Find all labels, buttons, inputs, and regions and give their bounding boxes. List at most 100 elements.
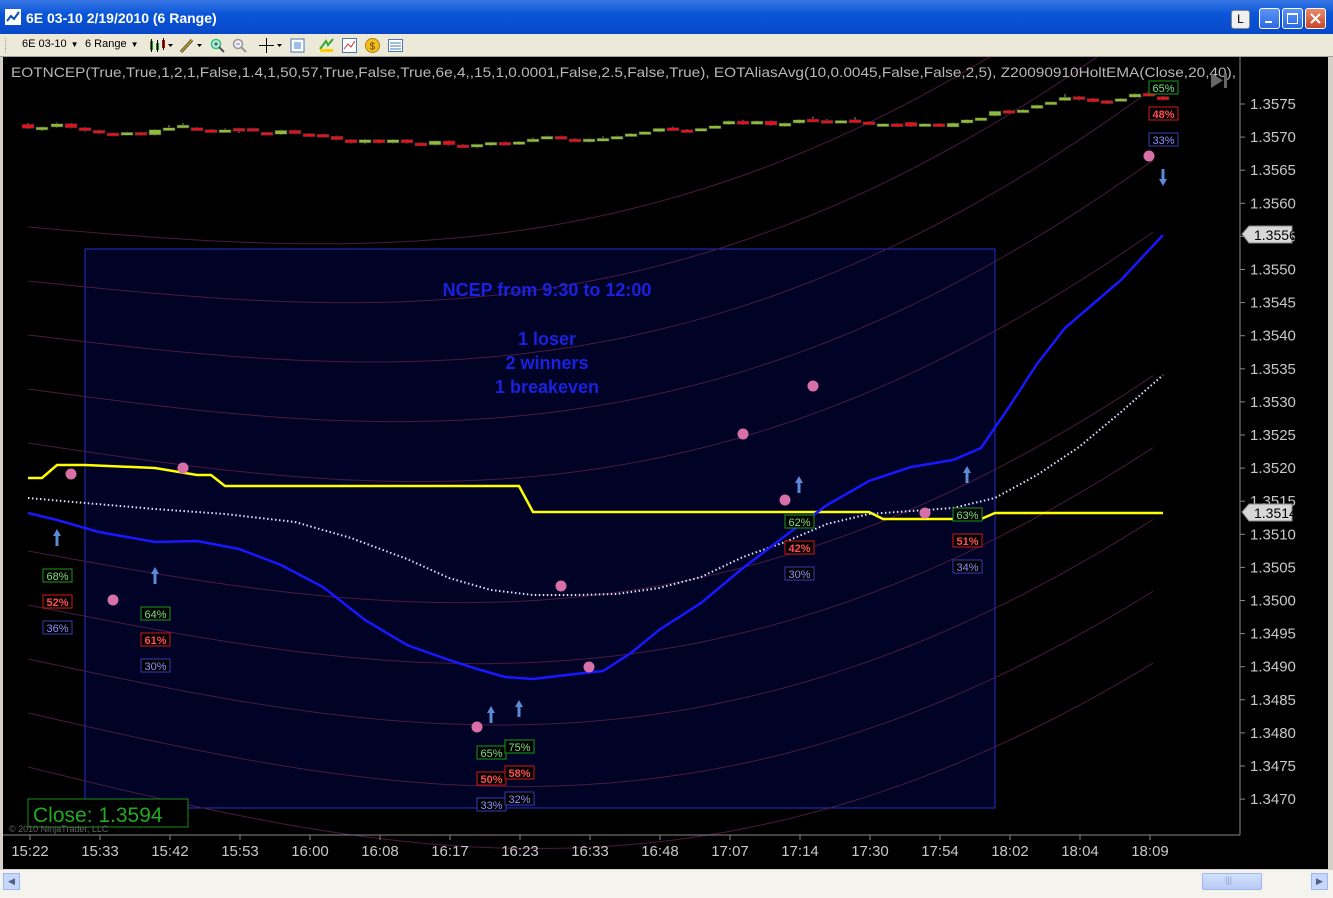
- horizontal-scrollbar[interactable]: ◀ ||| ▶: [0, 870, 1333, 898]
- candle-down: [1100, 100, 1114, 104]
- pct-label-blue: 33%: [1152, 135, 1174, 147]
- minimize-icon: [1265, 21, 1272, 23]
- time-label: 16:08: [361, 843, 399, 860]
- scroll-left-arrow-icon[interactable]: ◀: [3, 873, 20, 890]
- candle-up: [50, 123, 64, 128]
- candle-up: [274, 130, 288, 135]
- pct-label-red: 58%: [508, 768, 530, 780]
- bar-type-icon[interactable]: [148, 37, 174, 54]
- pct-label-blue: 33%: [480, 800, 502, 812]
- candle-up: [792, 119, 806, 124]
- candle-down: [400, 139, 414, 144]
- candle-up: [428, 140, 442, 146]
- pct-label-green: 75%: [508, 742, 530, 754]
- band-line: [27, 57, 991, 245]
- scrollbar-track[interactable]: [20, 873, 1310, 890]
- current-price-tag: 1.3556: [1241, 225, 1297, 244]
- signal-dot: [919, 507, 931, 519]
- candle-down: [106, 132, 120, 137]
- market-analyzer-icon[interactable]: $: [364, 37, 381, 54]
- draw-pencil-icon[interactable]: [178, 37, 204, 54]
- candle-down: [442, 140, 456, 146]
- candle-down: [806, 118, 820, 123]
- pct-label-blue: 30%: [144, 661, 166, 673]
- zoom-in-icon[interactable]: [209, 37, 226, 54]
- candle-down: [302, 133, 316, 137]
- candle-up: [750, 120, 764, 125]
- instrument-selector[interactable]: 6E 03-10 ▼: [22, 38, 79, 50]
- crosshair-icon[interactable]: [258, 37, 284, 54]
- time-label: 15:33: [81, 843, 119, 860]
- scrollbar-thumb[interactable]: |||: [1202, 873, 1262, 890]
- time-label: 16:33: [571, 843, 609, 860]
- pct-label-red: 61%: [144, 635, 166, 647]
- candle-down: [330, 135, 344, 140]
- time-label: 17:14: [781, 843, 819, 860]
- price-chart[interactable]: 68% 52% 36% 64% 61% 30% 65% 50% 33% 75% 58% 32% 62% 4…: [3, 57, 1328, 869]
- price-label: 1.3535: [1250, 361, 1296, 378]
- time-label: 16:48: [641, 843, 679, 860]
- candle-up: [638, 131, 652, 135]
- data-box-icon[interactable]: [387, 37, 404, 54]
- price-label: 1.3480: [1250, 725, 1296, 742]
- signal-dot: [807, 380, 819, 392]
- strategies-icon[interactable]: [318, 37, 335, 54]
- candle-down: [820, 120, 834, 124]
- indicators-icon[interactable]: [341, 37, 358, 54]
- candle-down: [1072, 96, 1086, 100]
- candle-down: [456, 144, 470, 149]
- pct-label-green: 64%: [144, 609, 166, 621]
- pct-label-green: 63%: [956, 510, 978, 522]
- pct-label-red: 51%: [956, 536, 978, 548]
- interval-selector[interactable]: 6 Range ▼: [85, 38, 139, 50]
- candle-down: [666, 127, 680, 131]
- time-label: 18:02: [991, 843, 1029, 860]
- candle-up: [470, 143, 484, 148]
- chart-canvas[interactable]: 68% 52% 36% 64% 61% 30% 65% 50% 33% 75% 58% 32% 62% 4…: [3, 57, 1328, 869]
- candle-down: [932, 123, 946, 128]
- candle-down: [568, 138, 582, 143]
- pct-label-red: 52%: [46, 597, 68, 609]
- candle-up: [708, 125, 722, 130]
- signal-dot: [65, 468, 77, 480]
- svg-text:$: $: [370, 42, 376, 53]
- time-label: 16:00: [291, 843, 329, 860]
- time-label: 17:54: [921, 843, 959, 860]
- pct-label-blue: 34%: [956, 562, 978, 574]
- link-button[interactable]: L: [1231, 10, 1250, 29]
- price-label: 1.3565: [1250, 162, 1296, 179]
- price-axis-labels: 1.35751.35701.35651.35601.35551.35501.35…: [1240, 96, 1296, 808]
- window-title-bar[interactable]: 6E 03-10 2/19/2010 (6 Range) L: [0, 0, 1333, 34]
- candle-down: [848, 119, 862, 124]
- minimize-button[interactable]: [1259, 8, 1280, 29]
- signal-dot: [1143, 150, 1155, 162]
- candle-down: [21, 124, 35, 129]
- time-label: 15:42: [151, 843, 189, 860]
- price-label: 1.3530: [1250, 394, 1296, 411]
- pct-label-green: 62%: [788, 517, 810, 529]
- candle-up: [512, 141, 526, 145]
- maximize-icon: [1287, 13, 1298, 24]
- indicator-header: EOTNCEP(True,True,1,2,1,False,1.4,1,50,5…: [11, 64, 1236, 80]
- zoom-out-icon[interactable]: [231, 37, 248, 54]
- time-label: 15:22: [11, 843, 49, 860]
- candle-up: [176, 124, 190, 129]
- candle-up: [596, 137, 610, 142]
- candle-down: [736, 120, 750, 125]
- price-label: 1.3550: [1250, 262, 1296, 279]
- time-label: 16:23: [501, 843, 539, 860]
- candle-down: [316, 134, 330, 138]
- candle-up: [1044, 101, 1058, 106]
- candle-up: [386, 139, 400, 144]
- properties-icon[interactable]: [289, 37, 306, 54]
- interval-label: 6 Range: [85, 38, 127, 50]
- pct-label-green: 68%: [46, 571, 68, 583]
- annotation-line-2: 2 winners: [505, 353, 588, 373]
- price-label: 1.3545: [1250, 295, 1296, 312]
- maximize-button[interactable]: [1282, 8, 1303, 29]
- candle-up: [1030, 104, 1044, 109]
- candle-up: [120, 132, 134, 136]
- candle-down: [554, 135, 568, 140]
- scroll-right-arrow-icon[interactable]: ▶: [1311, 873, 1328, 890]
- close-button[interactable]: [1305, 8, 1326, 29]
